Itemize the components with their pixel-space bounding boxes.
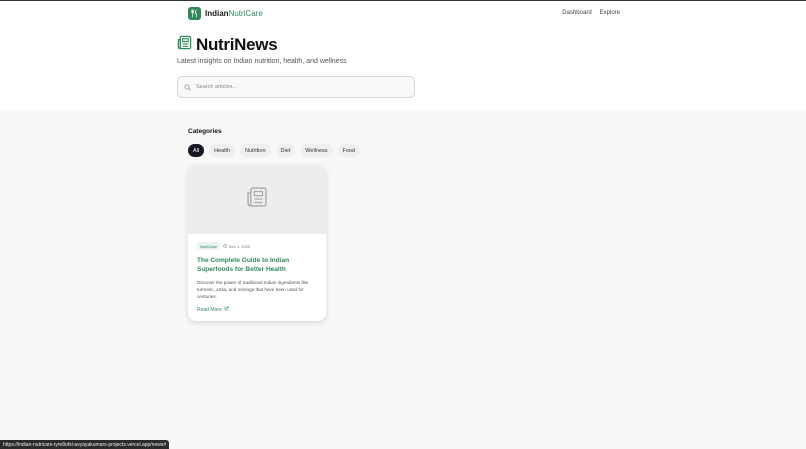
category-chip-all[interactable]: All [188,144,205,157]
utensils-icon [188,6,201,20]
article-meta: NutriCare Dec 1, 2025 [197,242,317,250]
clock-icon [223,243,227,249]
search-icon [184,78,191,96]
nav-links: Dashboard Explore [562,10,620,16]
navbar: IndianNutriCare Dashboard Explore [188,6,620,20]
article-card-body: NutriCare Dec 1, 2025 The Complete Guide… [188,234,326,321]
brand-logo-link[interactable]: IndianNutriCare [188,6,263,20]
title-row: NutriNews [177,35,278,55]
category-chip-nutrition[interactable]: Nutrition [240,144,271,157]
article-date-text: Dec 1, 2025 [228,243,251,249]
newspaper-placeholder-icon [246,186,268,213]
category-chip-health[interactable]: Health [209,144,236,157]
nav-explore-link[interactable]: Explore [600,10,620,16]
article-date: Dec 1, 2025 [223,244,250,249]
article-card[interactable]: NutriCare Dec 1, 2025 The Complete Guide… [188,165,326,321]
category-chip-wellness[interactable]: Wellness [300,144,333,157]
article-title[interactable]: The Complete Guide to Indian Superfoods … [197,256,317,275]
external-link-icon [224,306,229,313]
brand-name: IndianNutriCare [205,8,263,18]
search-input[interactable] [196,84,396,90]
newspaper-icon [177,35,192,55]
nav-dashboard-link[interactable]: Dashboard [562,10,591,16]
article-description: Discover the power of traditional Indian… [197,279,309,300]
page-subtitle: Latest insights on Indian nutrition, hea… [177,58,347,65]
read-more-label: Read More [197,306,222,313]
categories-heading: Categories [188,128,222,135]
category-filter-list: All Health Nutrition Diet Wellness Food [188,144,361,157]
article-image-placeholder [188,165,326,234]
read-more-link[interactable]: Read More [197,306,317,313]
page-title: NutriNews [196,35,278,54]
search-box[interactable] [177,76,415,98]
page-header: IndianNutriCare Dashboard Explore NutriN… [0,1,806,110]
article-source-badge: NutriCare [197,242,221,250]
category-chip-diet[interactable]: Diet [275,144,296,157]
status-bar-url: https://indian-nutricare-iyre8ofsl-avyay… [0,440,170,449]
category-chip-food[interactable]: Food [337,144,361,157]
